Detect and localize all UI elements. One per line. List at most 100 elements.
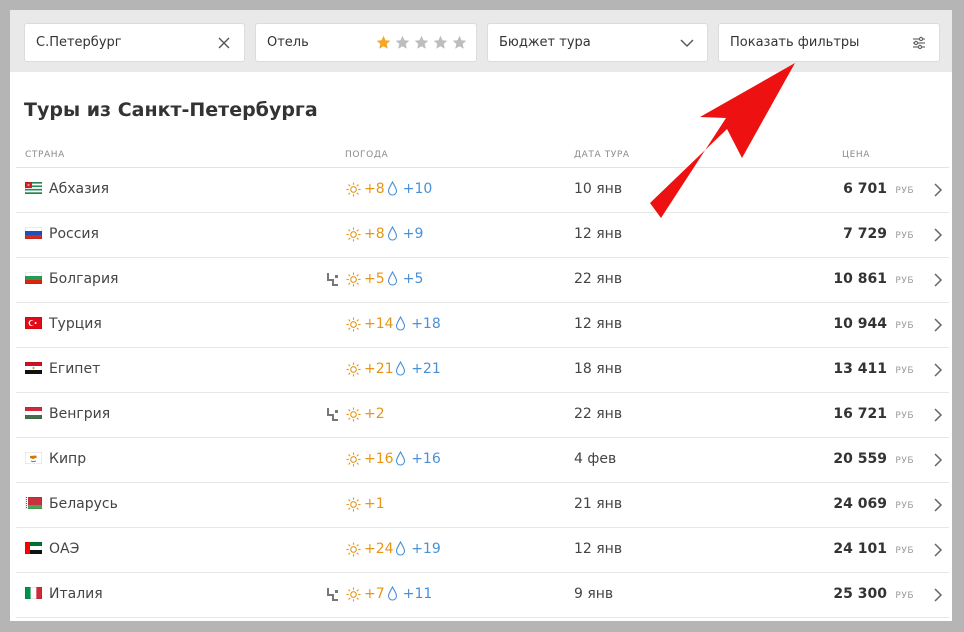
- air-temperature: +16: [364, 451, 394, 467]
- table-row[interactable]: Египет +21 +21 18 янв 13 411 РУБ: [16, 348, 949, 393]
- country-name: ОАЭ: [49, 541, 80, 557]
- water-drop-icon: [396, 361, 406, 376]
- star-icon[interactable]: [376, 35, 391, 50]
- close-icon[interactable]: [216, 34, 232, 52]
- page-title: Туры из Санкт-Петербурга: [24, 99, 318, 121]
- water-drop-icon: [387, 226, 397, 241]
- country-name: Россия: [49, 226, 99, 242]
- tour-date: 12 янв: [574, 226, 623, 242]
- hotel-stars-select[interactable]: Отель: [255, 23, 477, 62]
- sun-icon: [346, 542, 361, 557]
- chevron-right-icon: [934, 273, 943, 287]
- chevron-right-icon: [934, 543, 943, 557]
- chevron-right-icon: [934, 183, 943, 197]
- table-row[interactable]: Беларусь +1 21 янв 24 069 РУБ: [16, 483, 949, 528]
- chevron-right-icon: [934, 408, 943, 422]
- tour-date: 12 янв: [574, 541, 623, 557]
- currency-label: РУБ: [895, 411, 914, 421]
- tour-date: 10 янв: [574, 181, 623, 197]
- air-temperature: +8: [364, 226, 385, 242]
- air-temperature: +24: [364, 541, 394, 557]
- tour-date: 4 фев: [574, 451, 617, 467]
- sliders-icon: [913, 36, 925, 50]
- table-header: СТРАНА ПОГОДА ДАТА ТУРА ЦЕНА: [10, 150, 952, 167]
- cyprus-flag-icon: [25, 452, 42, 464]
- chevron-right-icon: [934, 498, 943, 512]
- water-temperature: +16: [411, 451, 441, 467]
- water-drop-icon: [387, 586, 397, 601]
- budget-label: Бюджет тура: [499, 35, 591, 50]
- tours-widget: С.Петербург Отель Бюджет тура Показать ф…: [10, 10, 952, 621]
- star-rating[interactable]: [372, 35, 467, 50]
- air-temperature: +2: [364, 406, 385, 422]
- ski-lift-icon: [327, 273, 338, 286]
- tour-date: 21 янв: [574, 496, 623, 512]
- ski-lift-icon: [327, 408, 338, 421]
- column-header-price: ЦЕНА: [842, 150, 870, 160]
- tour-price: 24 069: [833, 496, 887, 512]
- star-icon[interactable]: [414, 35, 429, 50]
- star-icon[interactable]: [395, 35, 410, 50]
- sun-icon: [346, 227, 361, 242]
- currency-label: РУБ: [895, 456, 914, 466]
- water-temperature: +5: [402, 271, 424, 287]
- hungary-flag-icon: [25, 407, 42, 419]
- show-filters-button[interactable]: Показать фильтры: [718, 23, 940, 62]
- country-name: Венгрия: [49, 406, 111, 422]
- sun-icon: [346, 407, 361, 422]
- water-drop-icon: [396, 316, 406, 331]
- star-icon[interactable]: [433, 35, 448, 50]
- currency-label: РУБ: [895, 366, 914, 376]
- water-drop-icon: [396, 541, 406, 556]
- water-temperature: +9: [402, 226, 424, 242]
- table-row[interactable]: Италия +7 +11 9 янв 25 300 РУБ: [16, 573, 949, 618]
- tour-date: 9 янв: [574, 586, 614, 602]
- table-row[interactable]: Турция +14 +18 12 янв 10 944 РУБ: [16, 303, 949, 348]
- star-icon[interactable]: [452, 35, 467, 50]
- air-temperature: +21: [364, 361, 394, 377]
- country-name: Болгария: [49, 271, 119, 287]
- show-filters-label: Показать фильтры: [730, 35, 860, 50]
- egypt-flag-icon: [25, 362, 42, 374]
- russia-flag-icon: [25, 227, 42, 239]
- table-row[interactable]: Абхазия +8 +10 10 янв 6 701 РУБ: [16, 168, 949, 213]
- chevron-right-icon: [934, 453, 943, 467]
- air-temperature: +8: [364, 181, 385, 197]
- water-drop-icon: [396, 451, 406, 466]
- currency-label: РУБ: [895, 186, 914, 196]
- tour-date: 18 янв: [574, 361, 623, 377]
- table-row[interactable]: Болгария +5 +5 22 янв 10 861 РУБ: [16, 258, 949, 303]
- belarus-flag-icon: [25, 497, 42, 509]
- city-select[interactable]: С.Петербург: [24, 23, 245, 62]
- table-row[interactable]: Кипр +16 +16 4 фев 20 559 РУБ: [16, 438, 949, 483]
- chevron-down-icon: [680, 39, 694, 47]
- sun-icon: [346, 362, 361, 377]
- tour-price: 10 944: [833, 316, 887, 332]
- currency-label: РУБ: [895, 276, 914, 286]
- filter-bar: С.Петербург Отель Бюджет тура Показать ф…: [10, 10, 952, 72]
- water-temperature: +10: [402, 181, 433, 197]
- currency-label: РУБ: [895, 231, 914, 241]
- table-row[interactable]: ОАЭ +24 +19 12 янв 24 101 РУБ: [16, 528, 949, 573]
- budget-select[interactable]: Бюджет тура: [487, 23, 708, 62]
- sun-icon: [346, 317, 361, 332]
- table-row[interactable]: Россия +8 +9 12 янв 7 729 РУБ: [16, 213, 949, 258]
- air-temperature: +7: [364, 586, 385, 602]
- uae-flag-icon: [25, 542, 42, 554]
- currency-label: РУБ: [895, 546, 914, 556]
- sun-icon: [346, 272, 361, 287]
- ski-lift-icon: [327, 588, 338, 601]
- bulgaria-flag-icon: [25, 272, 42, 284]
- country-name: Турция: [49, 316, 102, 332]
- column-header-country: СТРАНА: [25, 150, 65, 160]
- currency-label: РУБ: [895, 591, 914, 601]
- tour-date: 12 янв: [574, 316, 623, 332]
- country-name: Италия: [49, 586, 103, 602]
- water-temperature: +18: [411, 316, 441, 332]
- turkey-flag-icon: [25, 317, 42, 329]
- table-row[interactable]: Венгрия +2 22 янв 16 721 РУБ: [16, 393, 949, 438]
- italy-flag-icon: [25, 587, 42, 599]
- sun-icon: [346, 587, 361, 602]
- country-name: Абхазия: [49, 181, 110, 197]
- column-header-date: ДАТА ТУРА: [574, 150, 630, 160]
